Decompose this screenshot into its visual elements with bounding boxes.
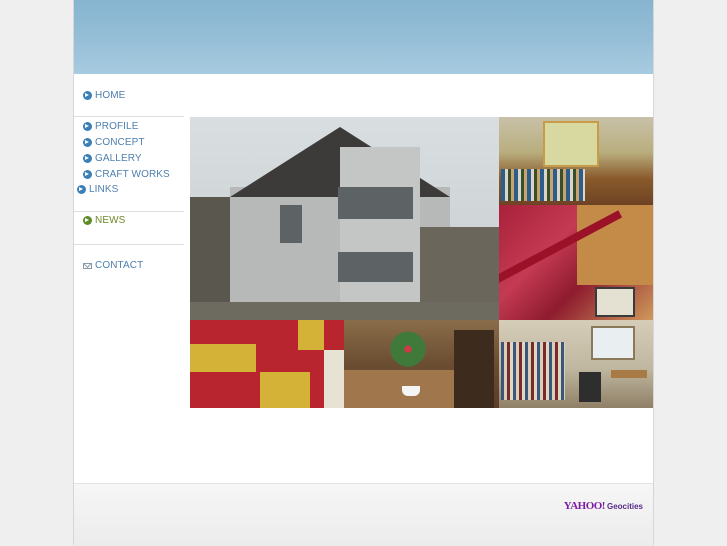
nav-links-label: LINKS	[89, 184, 119, 195]
nav-news-label: NEWS	[95, 215, 126, 226]
nav-contact-label: CONTACT	[95, 260, 144, 271]
nav-home-link[interactable]: HOME	[83, 90, 125, 101]
nav-divider	[74, 116, 184, 117]
bookshelf-window-photo	[499, 117, 653, 205]
badge-product: Geocities	[606, 502, 643, 511]
circle-arrow-icon	[83, 154, 92, 163]
nav-craft-works-link[interactable]: CRAFT WORKS	[83, 169, 170, 180]
header-banner	[74, 0, 653, 74]
nav-divider	[74, 244, 184, 245]
nav-gallery-label: GALLERY	[95, 153, 142, 164]
living-room-photo	[499, 320, 653, 408]
nav-craft-works-label: CRAFT WORKS	[95, 169, 170, 180]
house-exterior-photo	[190, 117, 499, 320]
circle-arrow-icon	[83, 170, 92, 179]
nav-gallery-link[interactable]: GALLERY	[83, 153, 142, 164]
envelope-icon	[83, 262, 92, 269]
badge-brand: YAHOO!	[563, 500, 606, 512]
circle-arrow-icon	[83, 138, 92, 147]
nav-profile-label: PROFILE	[95, 121, 139, 132]
nav-profile-link[interactable]: PROFILE	[83, 121, 139, 132]
nav-concept-label: CONCEPT	[95, 137, 145, 148]
circle-arrow-icon	[83, 122, 92, 131]
nav-divider	[74, 211, 184, 212]
footer: YAHOO! Geocities	[74, 483, 653, 546]
yahoo-geocities-badge[interactable]: YAHOO! Geocities	[564, 500, 643, 512]
nav-contact-link[interactable]: CONTACT	[83, 260, 143, 271]
color-panel-door-photo	[190, 320, 344, 408]
page-frame: HOME PROFILE CONCEPT GALLERY CRAFT WORKS…	[73, 0, 654, 546]
nav-links-link[interactable]: LINKS	[77, 184, 118, 195]
circle-arrow-icon	[83, 91, 92, 100]
nav-news-link[interactable]: NEWS	[83, 215, 125, 226]
nav-home-label: HOME	[95, 90, 126, 101]
circle-arrow-icon	[77, 185, 86, 194]
nav-concept-link[interactable]: CONCEPT	[83, 137, 145, 148]
spiral-staircase-photo	[499, 205, 653, 320]
dining-table-photo	[344, 320, 499, 408]
circle-arrow-icon	[83, 216, 92, 225]
